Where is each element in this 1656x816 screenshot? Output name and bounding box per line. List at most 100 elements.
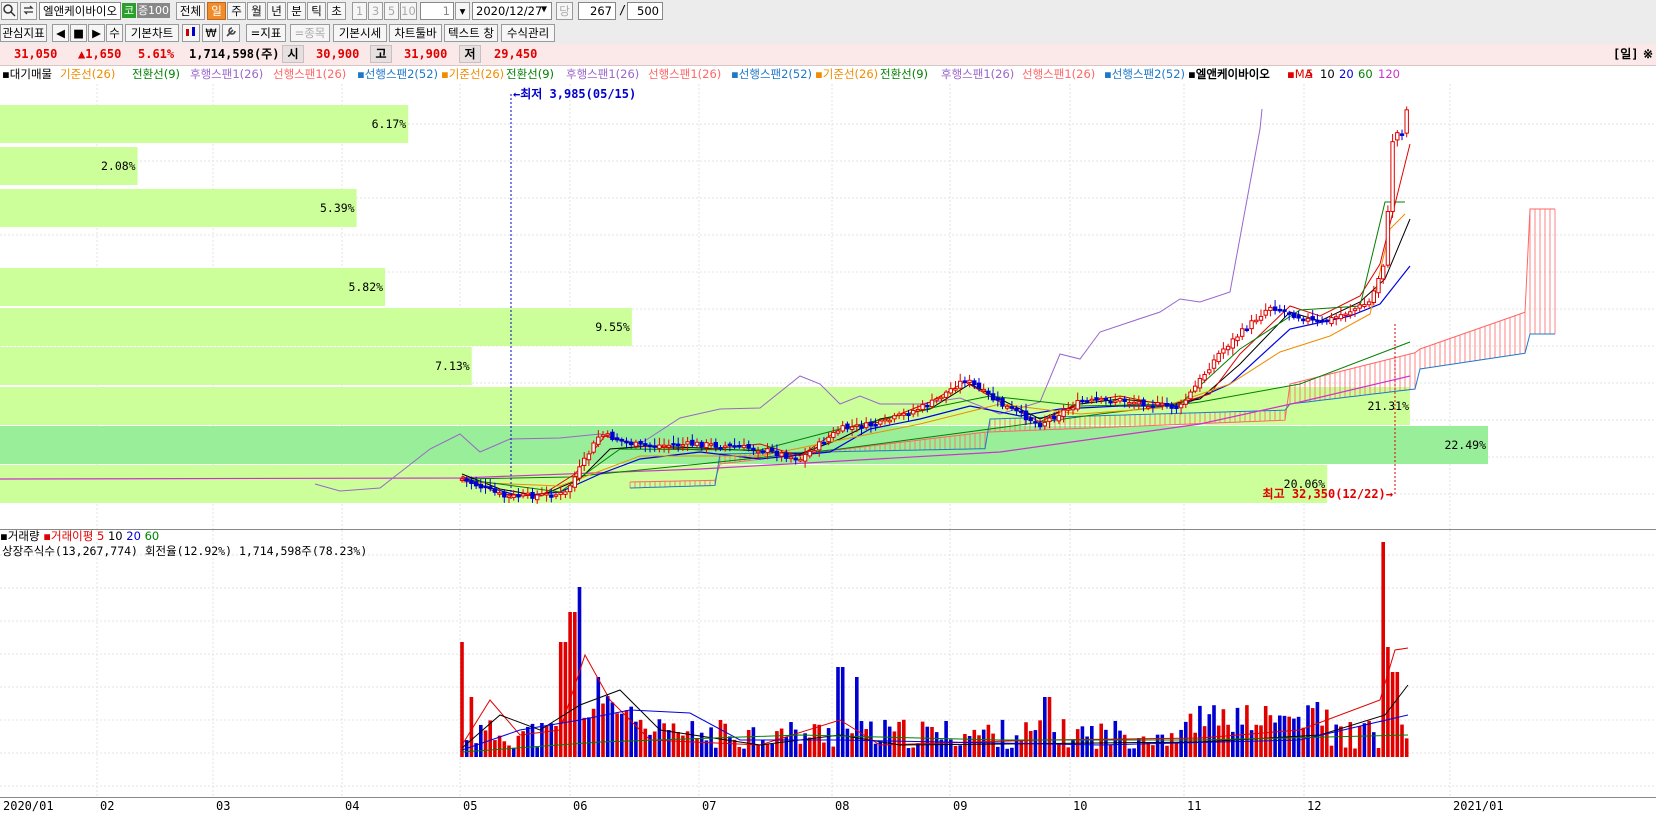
candle-body: [690, 439, 695, 446]
legend-item-14[interactable]: 선행스팬1(26): [1022, 65, 1095, 83]
search-icon[interactable]: [1, 2, 18, 20]
stop-button[interactable]: ■: [70, 24, 87, 42]
price-chart[interactable]: 6.17% 2.08% 5.39% 5.82% 9.55% 7.13% 21.31% 22.4…: [0, 84, 1656, 530]
symbol-button[interactable]: =종목: [290, 24, 330, 42]
candle-body: [591, 442, 596, 453]
candle-body: [845, 423, 850, 430]
wrench-icon[interactable]: [222, 24, 240, 42]
date-input[interactable]: 2020/12/27: [472, 2, 552, 20]
legend-item-11[interactable]: ▪기준선(26): [815, 65, 878, 83]
period-all-button[interactable]: 전체: [176, 2, 205, 20]
text-window-button[interactable]: 텍스트 창: [444, 24, 498, 42]
legend-item-3[interactable]: 후행스팬1(26): [190, 65, 263, 83]
volume-bar: [1357, 726, 1362, 757]
interval-dropdown-icon[interactable]: ▾: [455, 2, 470, 20]
legend-item-21[interactable]: 60: [1358, 65, 1373, 83]
period-day-button[interactable]: 일: [207, 2, 226, 20]
formula-manager-button[interactable]: 수식관리: [501, 24, 555, 42]
legend-item-1[interactable]: 기준선(26): [60, 65, 115, 83]
period-week-button[interactable]: 주: [227, 2, 246, 20]
candle-body: [483, 485, 488, 489]
period-month-button[interactable]: 월: [247, 2, 266, 20]
interval-5-button[interactable]: 5: [384, 2, 399, 20]
period-year-button[interactable]: 년: [267, 2, 286, 20]
prev-button[interactable]: ◀: [52, 24, 69, 42]
volume-bar: [1047, 697, 1052, 757]
legend-item-4[interactable]: 선행스팬1(26): [273, 65, 346, 83]
settings-icon[interactable]: ※: [1643, 46, 1653, 63]
legend-item-0[interactable]: ▪대기매물: [2, 65, 52, 83]
volume-chart[interactable]: [0, 530, 1656, 797]
volume-bar: [1221, 709, 1226, 757]
volume-bar: [1268, 715, 1273, 757]
legend-item-20[interactable]: 20: [1339, 65, 1354, 83]
volume-legend-item[interactable]: ▪거래이평: [43, 529, 97, 543]
volume-legend-item[interactable]: ▪거래량: [0, 529, 43, 543]
volume-legend-item[interactable]: 20: [126, 529, 144, 543]
profile-bar: [0, 387, 1410, 425]
candle-body: [1268, 306, 1273, 311]
candle-body: [1146, 406, 1151, 409]
volume-legend-item[interactable]: 5: [97, 529, 108, 543]
period-second-button[interactable]: 초: [327, 2, 346, 20]
candle-body: [788, 456, 794, 460]
basic-quote-button[interactable]: 기본시세: [333, 24, 387, 42]
high-price: 31,900: [404, 47, 448, 61]
period-tick-button[interactable]: 틱: [307, 2, 326, 20]
candle-body: [1160, 402, 1165, 406]
legend-item-5[interactable]: ▪선행스팬2(52): [357, 65, 438, 83]
legend-item-9[interactable]: 선행스팬1(26): [648, 65, 721, 83]
when-button[interactable]: 당: [556, 2, 573, 20]
legend-item-8[interactable]: 후행스팬1(26): [566, 65, 639, 83]
interval-1-button[interactable]: 1: [352, 2, 367, 20]
interval-input[interactable]: 1: [420, 2, 454, 20]
legend-item-19[interactable]: 10: [1320, 65, 1335, 83]
legend-item-6[interactable]: ▪기준선(26): [441, 65, 504, 83]
profile-bar: [0, 347, 472, 385]
candle-body: [1080, 399, 1085, 403]
volume-bar: [836, 667, 840, 757]
chart-type-icon[interactable]: [182, 24, 200, 42]
candle-body: [520, 493, 526, 497]
candle-body: [549, 494, 554, 498]
watch-indicator-button[interactable]: 관심지표: [0, 24, 47, 42]
chart-toolbar-button[interactable]: 차트툴바: [389, 24, 442, 42]
next-button[interactable]: ▶: [88, 24, 105, 42]
candle-body: [981, 388, 986, 392]
legend-item-13[interactable]: 후행스팬1(26): [941, 65, 1014, 83]
legend-item-12[interactable]: 전환선(9): [880, 65, 928, 83]
count-input[interactable]: 267: [578, 2, 616, 20]
candle-body: [817, 441, 822, 451]
candle-body: [878, 420, 883, 425]
count-total-input[interactable]: 500: [627, 2, 663, 20]
price-change: ▲1,650: [78, 47, 122, 61]
legend-item-10[interactable]: ▪선행스팬2(52): [731, 65, 812, 83]
volume-legend-item[interactable]: 10: [108, 529, 126, 543]
currency-icon[interactable]: ₩: [202, 24, 220, 42]
legend-item-7[interactable]: 전환선(9): [506, 65, 554, 83]
interval-10-button[interactable]: 10: [400, 2, 417, 20]
volume-bar: [676, 732, 680, 757]
candle-body: [1315, 319, 1320, 323]
volume-bar: [1108, 744, 1113, 757]
candle-body: [1357, 304, 1362, 309]
indicator-button[interactable]: =지표: [246, 24, 286, 42]
period-minute-button[interactable]: 분: [287, 2, 306, 20]
legend-item-18[interactable]: 5: [1306, 65, 1313, 83]
interval-3-button[interactable]: 3: [368, 2, 383, 20]
candle-body: [558, 492, 563, 495]
candle-body: [619, 439, 624, 442]
legend-item-16[interactable]: ▪엘앤케이바이오: [1188, 65, 1270, 83]
volume-bar: [568, 612, 572, 757]
volume-legend-item[interactable]: 60: [145, 529, 160, 543]
date-dropdown-icon[interactable]: ▼: [541, 4, 547, 15]
refresh-icon[interactable]: [20, 2, 37, 20]
basic-chart-button[interactable]: 기본차트: [125, 24, 179, 42]
stock-name-input[interactable]: 엘앤케이바이오: [39, 2, 121, 20]
legend-item-22[interactable]: 120: [1378, 65, 1400, 83]
legend-item-15[interactable]: ▪선행스팬2(52): [1104, 65, 1185, 83]
manual-button[interactable]: 수: [106, 24, 123, 42]
candle-body: [892, 415, 897, 420]
volume-bar: [530, 723, 535, 757]
legend-item-2[interactable]: 전환선(9): [132, 65, 180, 83]
